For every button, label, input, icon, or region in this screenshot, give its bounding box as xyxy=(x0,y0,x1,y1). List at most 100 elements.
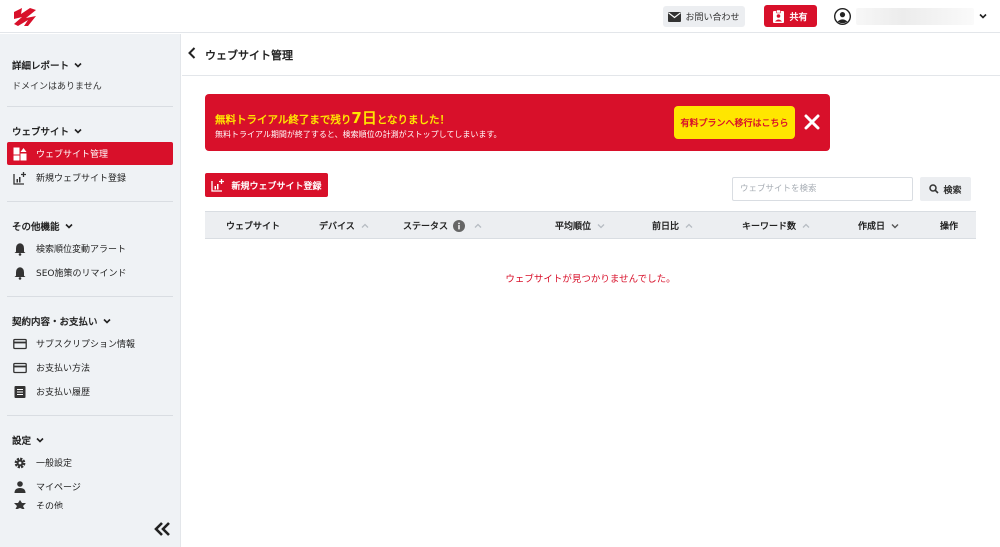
column-header-status[interactable]: ステータス xyxy=(403,219,483,232)
share-button[interactable]: 共有 xyxy=(764,5,817,27)
column-label: 前日比 xyxy=(652,222,680,232)
table-header: ウェブサイト デバイス ステータス 平均順位 前日比 キーワード数 作成日 操作 xyxy=(205,211,976,239)
sidebar-item-other[interactable]: その他 xyxy=(7,499,173,509)
column-label: 作成日 xyxy=(858,222,886,232)
column-label: ウェブサイト xyxy=(226,222,281,232)
empty-table-message: ウェブサイトが見つかりませんでした。 xyxy=(505,274,676,285)
add-website-button[interactable]: 新規ウェブサイト登録 xyxy=(205,173,328,197)
sort-down-icon xyxy=(597,223,605,228)
sidebar-item-label: サブスクリプション情報 xyxy=(36,340,136,350)
credit-card-icon xyxy=(13,338,27,349)
share-button-label: 共有 xyxy=(789,12,808,23)
column-header-average-rank[interactable]: 平均順位 xyxy=(555,219,606,232)
sidebar-section-detail-report[interactable]: 詳細レポート xyxy=(12,58,83,72)
trial-banner-description: 無料トライアル期間が終了すると、検索順位の計測がストップしてしまいます。 xyxy=(215,130,502,139)
divider xyxy=(7,201,173,202)
trial-headline-suffix: となりました！ xyxy=(376,114,451,126)
chevron-down-icon xyxy=(36,437,44,443)
sidebar-item-label: お支払い履歴 xyxy=(36,388,91,398)
sidebar-section-contract-payment[interactable]: 契約内容・お支払い xyxy=(12,314,112,328)
divider xyxy=(7,296,173,297)
dashboard-icon xyxy=(13,147,27,160)
sidebar-item-my-page[interactable]: マイページ xyxy=(7,475,173,498)
sidebar-item-label: その他 xyxy=(36,502,64,509)
section-title-label: その他機能 xyxy=(12,222,60,233)
upgrade-plan-button[interactable]: 有料プランへ移行はこちら xyxy=(674,106,795,139)
share-badge-icon xyxy=(773,9,785,23)
chevron-down-icon xyxy=(74,62,82,68)
logo-icon[interactable] xyxy=(12,6,38,28)
sort-up-icon xyxy=(802,223,810,228)
page-header xyxy=(182,34,1000,76)
sidebar-section-website[interactable]: ウェブサイト xyxy=(12,124,83,138)
chevron-down-icon xyxy=(74,128,82,134)
page-title: ウェブサイト管理 xyxy=(205,49,293,62)
info-icon xyxy=(453,219,466,232)
contact-button[interactable]: お問い合わせ xyxy=(663,6,745,27)
sidebar-item-seo-reminder[interactable]: SEO施策のリマインド xyxy=(7,261,173,284)
sidebar-section-other-features[interactable]: その他機能 xyxy=(12,219,74,233)
credit-card-icon xyxy=(13,362,27,373)
column-header-daily-change[interactable]: 前日比 xyxy=(652,219,694,232)
search-icon xyxy=(929,184,940,194)
column-header-device[interactable]: デバイス xyxy=(319,219,370,232)
sidebar-item-payment-history[interactable]: お支払い履歴 xyxy=(7,380,173,403)
column-label: デバイス xyxy=(319,222,355,232)
section-title-label: ウェブサイト xyxy=(12,127,70,138)
sort-up-icon xyxy=(474,223,482,228)
sidebar-item-rank-alert[interactable]: 検索順位変動アラート xyxy=(7,237,173,260)
column-label: 平均順位 xyxy=(555,222,592,232)
search-button-label: 検索 xyxy=(943,185,962,196)
sidebar-item-label: お支払い方法 xyxy=(36,364,91,374)
sidebar: 詳細レポート ドメインはありません ウェブサイト ウェブサイト管理 新規ウェブサ… xyxy=(0,34,181,547)
chevron-down-icon xyxy=(64,223,73,229)
sort-down-icon xyxy=(891,223,899,228)
divider xyxy=(7,415,173,416)
sidebar-item-label: マイページ xyxy=(36,483,81,493)
add-chart-icon xyxy=(13,171,26,185)
column-header-website[interactable]: ウェブサイト xyxy=(226,219,280,232)
sidebar-item-label: SEO施策のリマインド xyxy=(36,269,127,279)
user-avatar-icon[interactable] xyxy=(834,8,851,25)
column-label: 操作 xyxy=(940,222,959,232)
section-title-label: 設定 xyxy=(12,436,32,447)
more-icon xyxy=(14,500,26,509)
receipt-icon xyxy=(14,385,26,398)
chevron-down-icon xyxy=(102,318,111,324)
column-header-created-date[interactable]: 作成日 xyxy=(858,219,900,232)
sidebar-item-label: 新規ウェブサイト登録 xyxy=(36,174,127,184)
close-icon[interactable] xyxy=(803,113,821,131)
sort-up-icon xyxy=(685,223,693,228)
sidebar-section-settings[interactable]: 設定 xyxy=(12,433,45,447)
back-chevron-icon[interactable] xyxy=(186,46,198,60)
trial-banner: 無料トライアル終了まで残り7日となりました！ 無料トライアル期間が終了すると、検… xyxy=(205,94,830,151)
gear-icon xyxy=(14,457,26,468)
sidebar-item-subscription[interactable]: サブスクリプション情報 xyxy=(7,332,173,355)
bell-icon xyxy=(14,242,26,256)
no-domain-text: ドメインはありません xyxy=(12,82,102,92)
contact-button-label: お問い合わせ xyxy=(685,13,740,23)
sidebar-item-general-settings[interactable]: 一般設定 xyxy=(7,451,173,474)
sidebar-item-payment-method[interactable]: お支払い方法 xyxy=(7,356,173,379)
sidebar-item-new-website[interactable]: 新規ウェブサイト登録 xyxy=(7,166,173,189)
person-icon xyxy=(14,480,26,493)
top-header: お問い合わせ 共有 xyxy=(0,0,1000,33)
column-header-actions: 操作 xyxy=(940,219,958,232)
column-label: ステータス xyxy=(403,222,449,232)
column-label: キーワード数 xyxy=(742,222,797,232)
website-search-input[interactable] xyxy=(732,177,913,201)
trial-headline-text: 無料トライアル終了まで残り xyxy=(215,114,352,126)
chevron-down-icon[interactable] xyxy=(978,11,988,21)
sidebar-item-label: ウェブサイト管理 xyxy=(36,150,109,160)
sidebar-item-label: 検索順位変動アラート xyxy=(36,245,127,255)
column-header-keyword-count[interactable]: キーワード数 xyxy=(742,219,811,232)
add-chart-icon xyxy=(211,179,225,192)
sidebar-item-website-management[interactable]: ウェブサイト管理 xyxy=(7,142,173,165)
section-title-label: 詳細レポート xyxy=(12,61,70,72)
trial-days-left: 7日 xyxy=(351,109,377,127)
divider xyxy=(7,106,173,107)
collapse-sidebar-icon[interactable] xyxy=(152,521,172,537)
search-button[interactable]: 検索 xyxy=(920,177,971,201)
add-website-button-label: 新規ウェブサイト登録 xyxy=(231,181,322,192)
user-name-redacted[interactable] xyxy=(856,8,974,25)
